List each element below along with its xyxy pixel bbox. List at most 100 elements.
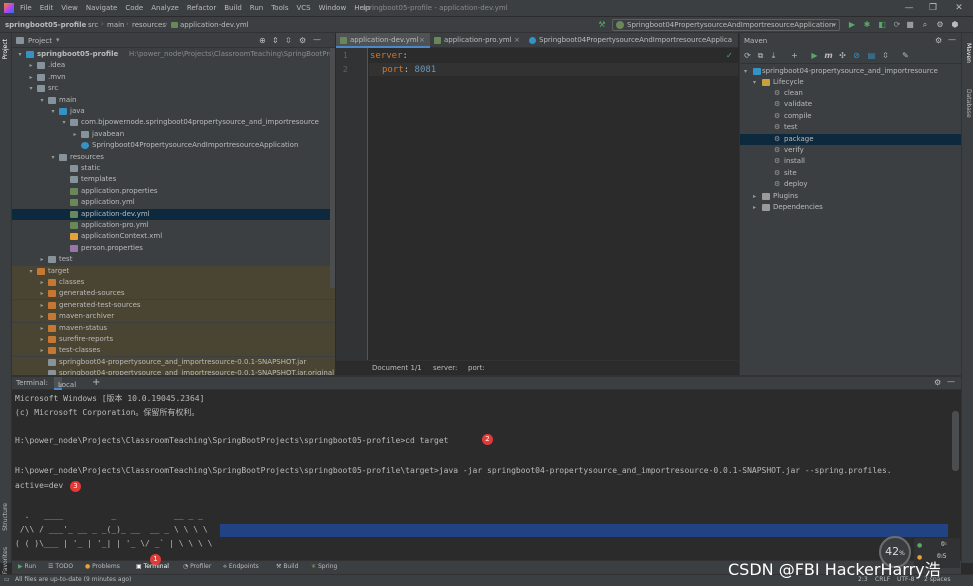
breadcrumb-project[interactable]: springboot05-profile <box>5 21 86 29</box>
breadcrumb-file[interactable]: application-dev.yml <box>171 21 249 29</box>
lifecycle-goal-test[interactable]: ⚙ test <box>740 122 961 133</box>
close-tab-icon[interactable]: × <box>58 379 64 392</box>
minimize-icon[interactable]: — <box>901 2 917 14</box>
menu-analyze[interactable]: Analyze <box>151 4 179 12</box>
close-icon[interactable]: ✕ <box>951 2 967 14</box>
profiler-icon[interactable]: ⟳ <box>892 20 902 30</box>
tree-item[interactable]: ▾ java <box>12 106 335 117</box>
chevron-down-icon[interactable]: ▾ <box>16 49 24 60</box>
maven-plugins-node[interactable]: ▸ Plugins <box>740 191 961 202</box>
status-message-icon[interactable]: ▭ <box>4 576 10 583</box>
chevron-down-icon[interactable]: ▾ <box>60 117 68 128</box>
chevron-down-icon[interactable]: ▾ <box>27 83 35 94</box>
endpoints-tool-tab[interactable]: ⟡ Endpoints <box>223 563 259 571</box>
maven-project-node[interactable]: ▾ springboot04-propertysource_and_import… <box>740 66 961 77</box>
tree-item[interactable]: ▸ javabean <box>12 129 335 140</box>
chevron-right-icon[interactable]: ▸ <box>38 311 46 322</box>
chevron-right-icon[interactable]: ▸ <box>38 288 46 299</box>
menu-file[interactable]: File <box>20 4 32 12</box>
tree-item[interactable]: ▾ resources <box>12 152 335 163</box>
lifecycle-goal-validate[interactable]: ⚙ validate <box>740 99 961 110</box>
close-tab-icon[interactable]: × <box>514 33 520 48</box>
add-icon[interactable]: + <box>790 51 799 61</box>
scrollbar-thumb[interactable] <box>952 411 959 471</box>
locate-file-icon[interactable]: ⊕ <box>259 36 266 45</box>
breadcrumb-main[interactable]: main <box>107 21 125 29</box>
search-icon[interactable]: ⌕ <box>920 20 930 30</box>
skip-tests-icon[interactable]: ⊘ <box>852 51 861 61</box>
tree-item[interactable]: Springboot04PropertysourceAndImportresou… <box>12 140 335 151</box>
menu-code[interactable]: Code <box>125 4 143 12</box>
project-tool-tab[interactable]: Project <box>2 39 9 60</box>
editor-tab-application-class[interactable]: Springboot04PropertysourceAndImportresou… <box>525 33 735 48</box>
maven-tool-tab[interactable]: Maven <box>965 43 972 63</box>
menu-view[interactable]: View <box>61 4 78 12</box>
terminal-tab-local[interactable]: Local × <box>54 377 76 392</box>
maximize-icon[interactable]: ❐ <box>925 2 941 14</box>
editor-tab-application-pro[interactable]: application-pro.yml × <box>430 33 525 48</box>
run-icon[interactable]: ▶ <box>810 51 819 61</box>
chevron-down-icon[interactable]: ▾ <box>49 152 57 163</box>
project-panel-title[interactable]: Project <box>28 37 52 45</box>
tree-item[interactable]: ▸ generated-sources <box>12 288 335 300</box>
show-dependencies-icon[interactable]: ▤ <box>867 51 876 61</box>
tree-item[interactable]: templates <box>12 174 335 185</box>
lifecycle-goal-verify[interactable]: ⚙ verify <box>740 145 961 156</box>
profiler-tool-tab[interactable]: ◔ Profiler <box>183 563 211 570</box>
run-configuration-select[interactable]: Springboot04PropertysourceAndImportresou… <box>612 19 840 31</box>
tree-item[interactable]: ▸ maven-archiver <box>12 311 335 323</box>
tree-item[interactable]: application.yml <box>12 197 335 208</box>
chevron-right-icon[interactable]: ▸ <box>38 254 46 265</box>
lifecycle-goal-install[interactable]: ⚙ install <box>740 156 961 167</box>
menu-vcs[interactable]: VCS <box>296 4 310 12</box>
tree-item[interactable]: applicationContext.xml <box>12 231 335 242</box>
chevron-right-icon[interactable]: ▸ <box>71 129 79 140</box>
tree-item[interactable]: ▸ test-classes <box>12 345 335 357</box>
problems-tool-tab[interactable]: ● Problems <box>85 563 120 570</box>
chevron-right-icon[interactable]: ▸ <box>38 345 46 356</box>
run-icon[interactable]: ▶ <box>847 20 857 30</box>
coverage-icon[interactable]: ◧ <box>877 20 887 30</box>
menu-tools[interactable]: Tools <box>271 4 288 12</box>
yaml-path-port[interactable]: port: <box>468 364 485 372</box>
tree-item[interactable]: ▸ .mvn <box>12 72 335 83</box>
inspection-ok-icon[interactable]: ✓ <box>726 51 733 60</box>
maven-lifecycle-node[interactable]: ▾ Lifecycle <box>740 77 961 88</box>
document-indicator[interactable]: Document 1/1 <box>372 364 422 372</box>
run-tool-tab[interactable]: ▶ Run <box>18 563 36 570</box>
expand-all-icon[interactable]: ⇕ <box>272 36 279 45</box>
chevron-down-icon[interactable]: ▾ <box>38 95 46 106</box>
chevron-down-icon[interactable]: ▾ <box>49 106 57 117</box>
collapse-all-icon[interactable]: ⇳ <box>881 51 890 61</box>
gear-icon[interactable]: ⚙ <box>299 36 306 45</box>
hide-panel-icon[interactable]: — <box>947 377 955 386</box>
editor-tab-application-dev[interactable]: application-dev.yml × <box>336 33 430 48</box>
lifecycle-goal-clean[interactable]: ⚙ clean <box>740 88 961 99</box>
tree-item[interactable]: ▸ generated-test-sources <box>12 299 335 311</box>
tree-item[interactable]: application-dev.yml <box>12 208 335 220</box>
database-tool-tab[interactable]: Database <box>965 89 972 118</box>
tree-item[interactable]: ▾ src <box>12 83 335 94</box>
tree-item[interactable]: ▸ test <box>12 254 335 265</box>
chevron-down-icon[interactable]: ▾ <box>56 36 60 44</box>
spring-tool-tab[interactable]: ❦ Spring <box>311 563 337 570</box>
debug-icon[interactable]: ✱ <box>862 20 872 30</box>
chevron-down-icon[interactable]: ▾ <box>27 266 35 277</box>
menu-edit[interactable]: Edit <box>40 4 54 12</box>
tree-item[interactable]: ▸ maven-status <box>12 322 335 334</box>
execute-goal-icon[interactable]: m <box>824 51 833 61</box>
tree-item[interactable]: application-pro.yml <box>12 220 335 231</box>
gear-icon[interactable]: ⚙ <box>935 36 942 45</box>
chevron-right-icon[interactable]: ▸ <box>27 60 35 71</box>
project-scrollbar[interactable] <box>330 48 335 288</box>
hide-panel-icon[interactable]: — <box>313 35 321 44</box>
terminal-scrollbar[interactable] <box>951 391 960 559</box>
toggle-offline-icon[interactable]: ✣ <box>838 51 847 61</box>
maven-dependencies-node[interactable]: ▸ Dependencies <box>740 202 961 213</box>
chevron-right-icon[interactable]: ▸ <box>38 300 46 311</box>
tree-item[interactable]: ▸ .idea <box>12 60 335 71</box>
build-hammer-icon[interactable]: ⚒ <box>597 20 607 30</box>
download-icon[interactable]: ⤓ <box>769 51 778 61</box>
reload-icon[interactable]: ⟳ <box>743 51 752 61</box>
menu-navigate[interactable]: Navigate <box>86 4 117 12</box>
